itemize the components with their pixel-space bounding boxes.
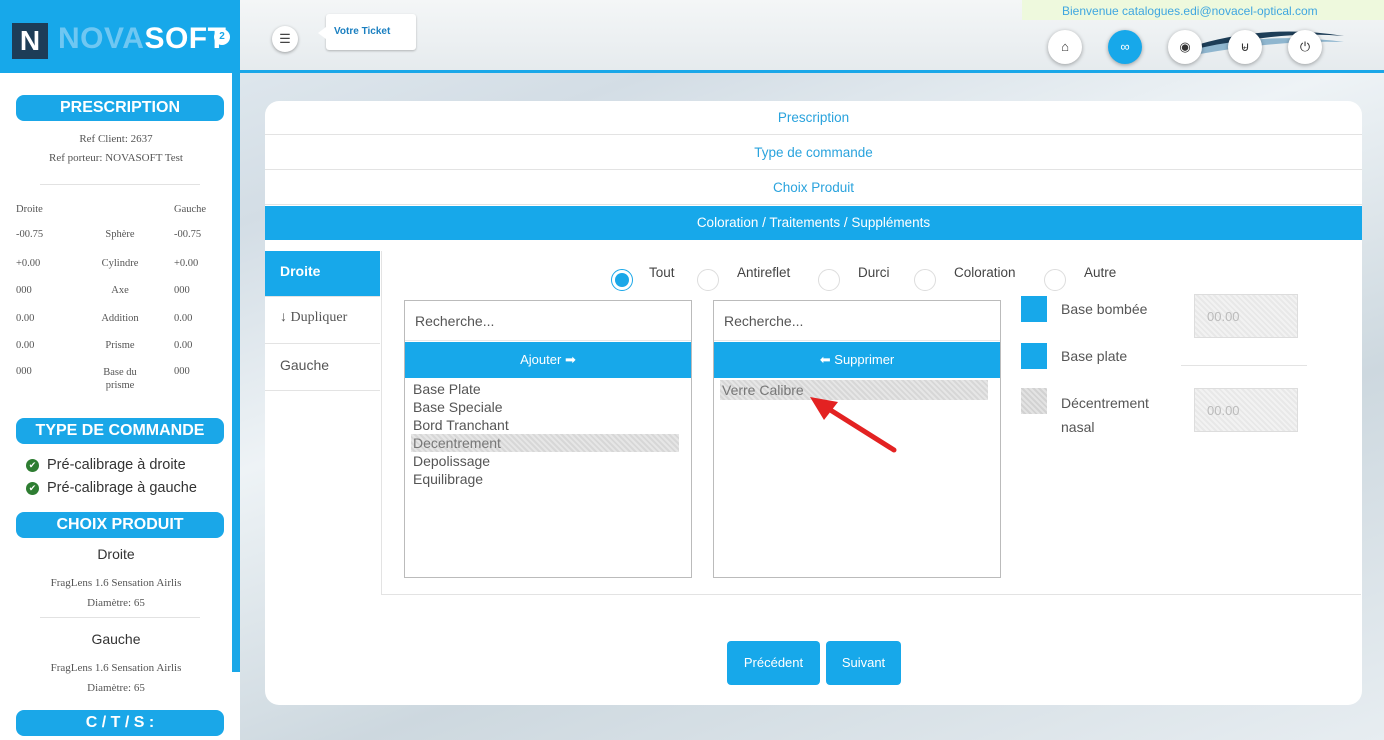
list-item[interactable]: Base Speciale [411, 398, 679, 416]
decentrement-input[interactable]: 00.00 [1194, 388, 1298, 432]
list-item[interactable]: Depolissage [411, 452, 679, 470]
home-button[interactable]: ⌂ [1048, 30, 1082, 64]
divider [40, 184, 200, 185]
header-swoosh [1200, 31, 1344, 54]
cart-button[interactable]: ⊌ [1228, 30, 1262, 64]
logo-name: NOVASOFT [58, 22, 227, 55]
cart-icon: ⊌ [1240, 39, 1250, 54]
ref-porteur: Ref porteur: NOVASOFT Test [49, 152, 183, 164]
power-icon: ⏻ [1299, 39, 1311, 54]
accordion-choix-produit[interactable]: Choix Produit [265, 171, 1362, 205]
base-bombee-label: Base bombée [1061, 301, 1148, 317]
glasses-icon: ∞ [1120, 39, 1130, 54]
accordion-prescription[interactable]: Prescription [265, 101, 1362, 135]
cts-heading: C / T / S : [16, 710, 224, 736]
prescription-heading: PRESCRIPTION [16, 95, 224, 121]
produit-droite-name: FragLens 1.6 Sensation Airlis [50, 577, 182, 589]
accordion-coloration[interactable]: Coloration / Traitements / Suppléments [265, 206, 1362, 240]
type-commande-heading: TYPE DE COMMANDE [16, 418, 224, 444]
annotation-arrow-icon [810, 397, 897, 453]
previous-button[interactable]: Précédent [727, 641, 820, 685]
tab-droite[interactable]: Droite [265, 251, 380, 297]
accordion-type-commande[interactable]: Type de commande [265, 136, 1362, 170]
available-items: Base Plate Base Speciale Bord Tranchant … [411, 380, 679, 488]
check-icon: ✔ [26, 459, 39, 472]
prescription-row-addition: 0.00 Addition 0.00 [16, 313, 193, 324]
ticket-button[interactable]: Votre Ticket [318, 14, 416, 50]
list-item-selected[interactable]: Decentrement [411, 434, 679, 452]
next-button[interactable]: Suivant [826, 641, 901, 685]
menu-icon: ☰ [279, 31, 291, 46]
produit-gauche-title: Gauche [91, 631, 141, 647]
logo-mark: N [12, 23, 48, 59]
ref-client: Ref Client: 2637 [79, 133, 153, 145]
prescription-row-base-prisme: 000 Base du prisme 000 [16, 366, 190, 391]
commande-item: ✔ Pré-calibrage à droite [26, 457, 186, 473]
prescription-row-sphere: -00.75 Sphère -00.75 [16, 229, 202, 240]
list-item[interactable]: Bord Tranchant [411, 416, 679, 434]
divider [40, 617, 200, 618]
remove-button[interactable]: ⬅ Supprimer [714, 342, 1000, 378]
eye-button[interactable]: ◉ [1168, 30, 1202, 64]
tab-gauche[interactable]: Gauche [265, 345, 380, 391]
radio-dot[interactable] [1044, 269, 1066, 291]
prescription-row-prisme: 0.00 Prisme 0.00 [16, 340, 193, 351]
base-plate-label: Base plate [1061, 348, 1128, 364]
list-item[interactable]: Base Plate [411, 380, 679, 398]
sidebar: N NOVASOFT 2 PRESCRIPTION Ref Client: 26… [0, 0, 240, 740]
check-icon: ✔ [26, 482, 39, 495]
produit-droite-diametre: Diamètre: 65 [87, 597, 145, 609]
prescription-row-cylindre: +0.00 Cylindre +0.00 [16, 258, 199, 269]
base-bombee-checkbox[interactable] [1021, 296, 1047, 322]
produit-gauche-diametre: Diamètre: 65 [87, 682, 145, 694]
available-list: Ajouter ➡ Base Plate Base Speciale Bord … [404, 300, 692, 578]
decentrement-label: Décentrement nasal [1061, 395, 1149, 435]
power-button[interactable]: ⏻ [1288, 30, 1322, 64]
base-bombee-input[interactable]: 00.00 [1194, 294, 1298, 338]
menu-button[interactable]: ☰ [272, 26, 298, 52]
welcome-message: Bienvenue catalogues.edi@novacel-optical… [1022, 0, 1384, 20]
logo-superscript: 2 [214, 29, 230, 45]
list-item[interactable]: Equilibrage [411, 470, 679, 488]
tab-dupliquer[interactable]: ↓ Dupliquer [265, 298, 380, 344]
decentrement-checkbox[interactable] [1021, 388, 1047, 414]
choix-produit-heading: CHOIX PRODUIT [16, 512, 224, 538]
prescription-row-axe: 000 Axe 000 [16, 285, 190, 296]
glasses-button[interactable]: ∞ [1108, 30, 1142, 64]
radio-dot[interactable] [611, 269, 633, 291]
logo: N NOVASOFT 2 [0, 0, 240, 73]
divider [1181, 365, 1307, 366]
chosen-search-input[interactable] [714, 301, 1000, 341]
available-search-input[interactable] [405, 301, 691, 341]
home-icon: ⌂ [1061, 39, 1069, 54]
radio-dot[interactable] [818, 269, 840, 291]
sidebar-scrollbar[interactable] [232, 0, 240, 672]
top-header: ☰ Votre Ticket Bienvenue catalogues.edi@… [240, 0, 1384, 73]
commande-item: ✔ Pré-calibrage à gauche [26, 480, 197, 496]
prescription-columns: Droite Gauche [16, 204, 207, 215]
radio-dot[interactable] [914, 269, 936, 291]
radio-dot[interactable] [697, 269, 719, 291]
arrow-down-icon: ↓ [280, 310, 287, 325]
arrow-right-icon: ➡ [564, 352, 576, 367]
produit-gauche-name: FragLens 1.6 Sensation Airlis [50, 662, 182, 674]
eye-icon: ◉ [1179, 39, 1191, 54]
arrow-left-icon: ⬅ [819, 352, 831, 367]
add-button[interactable]: Ajouter ➡ [405, 342, 691, 378]
base-plate-checkbox[interactable] [1021, 343, 1047, 369]
produit-droite-title: Droite [97, 546, 135, 562]
